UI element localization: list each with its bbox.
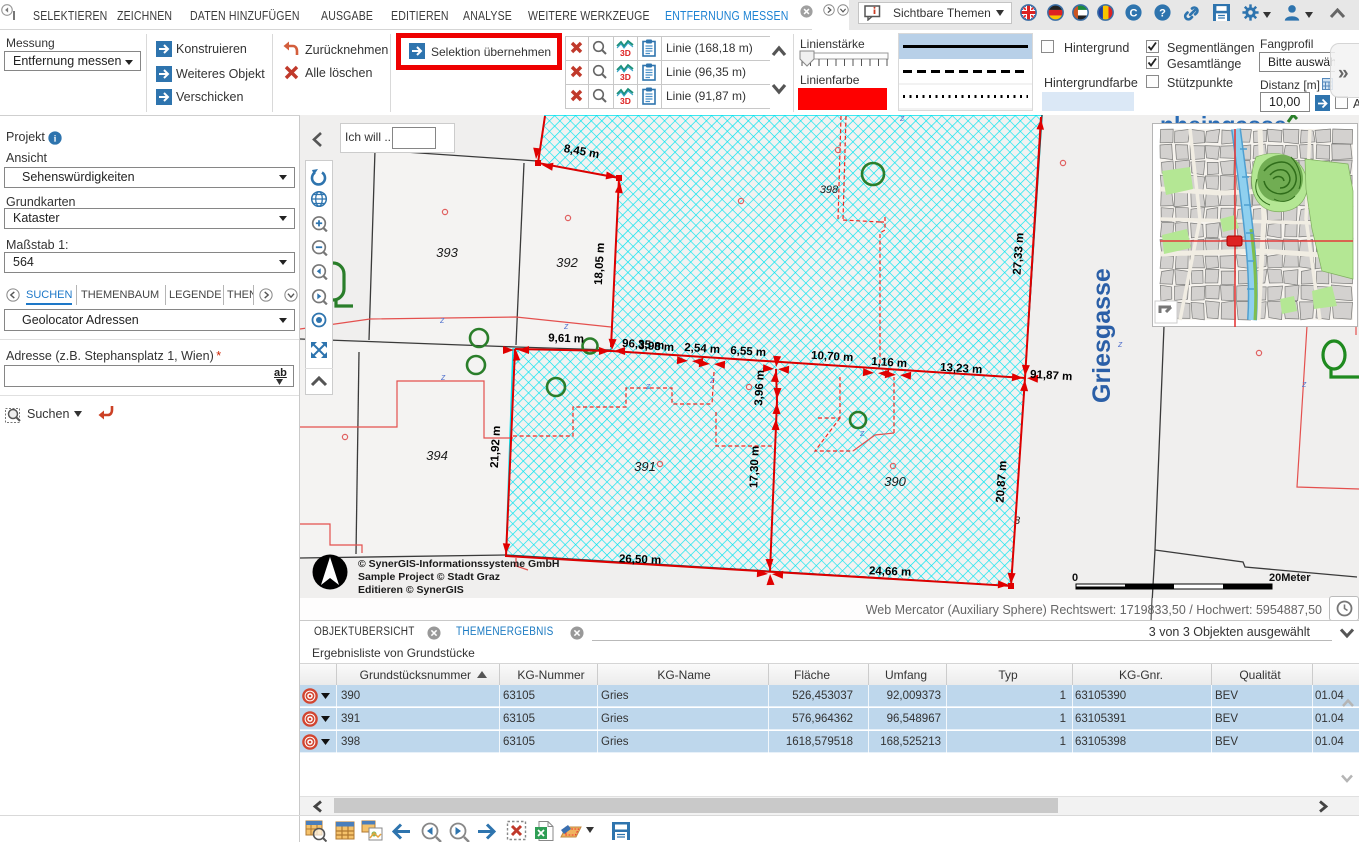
svg-text:394: 394 [426, 448, 448, 463]
svg-text:Sample Project © Stadt Graz: Sample Project © Stadt Graz [358, 571, 500, 583]
svg-text:3,98 m: 3,98 m [638, 340, 674, 354]
svg-text:© SynerGIS-Informationssysteme: © SynerGIS-Informationssysteme GmbH [358, 558, 559, 570]
svg-text:3D: 3D [620, 96, 631, 105]
svg-text:3D: 3D [620, 48, 631, 57]
svg-text:6,55 m: 6,55 m [730, 345, 766, 359]
svg-text:17,30 m: 17,30 m [748, 446, 761, 489]
svg-text:z: z [709, 375, 715, 385]
svg-text:Griesgasse: Griesgasse [1088, 268, 1116, 403]
svg-text:9,61 m: 9,61 m [548, 332, 584, 345]
svg-text:18,05 m: 18,05 m [593, 242, 607, 285]
svg-text:0: 0 [1072, 572, 1078, 584]
svg-text:392: 392 [556, 255, 578, 270]
svg-text:C: C [1130, 7, 1138, 19]
svg-text:?: ? [1159, 7, 1166, 19]
svg-text:390: 390 [884, 474, 906, 489]
svg-text:z: z [645, 381, 651, 391]
svg-text:26,50 m: 26,50 m [619, 553, 662, 566]
svg-text:3,96 m: 3,96 m [753, 370, 767, 406]
svg-text:393: 393 [436, 245, 458, 260]
svg-text:1,16 m: 1,16 m [871, 356, 907, 370]
svg-text:z: z [439, 315, 445, 325]
svg-text:z: z [859, 428, 865, 438]
svg-text:z: z [1301, 379, 1307, 389]
svg-text:z: z [899, 115, 905, 123]
svg-text:24,66 m: 24,66 m [869, 565, 912, 578]
svg-text:z: z [440, 372, 446, 382]
svg-text:3D: 3D [620, 72, 631, 81]
svg-text:391: 391 [634, 459, 656, 474]
svg-text:2,54 m: 2,54 m [684, 342, 720, 356]
svg-text:21,92 m: 21,92 m [489, 425, 503, 468]
svg-text:z: z [1117, 339, 1123, 349]
svg-text:Editieren © SynerGIS: Editieren © SynerGIS [358, 584, 464, 596]
svg-text:398: 398 [820, 184, 839, 196]
svg-text:z: z [563, 321, 569, 331]
svg-text:20Meter: 20Meter [1269, 572, 1311, 584]
